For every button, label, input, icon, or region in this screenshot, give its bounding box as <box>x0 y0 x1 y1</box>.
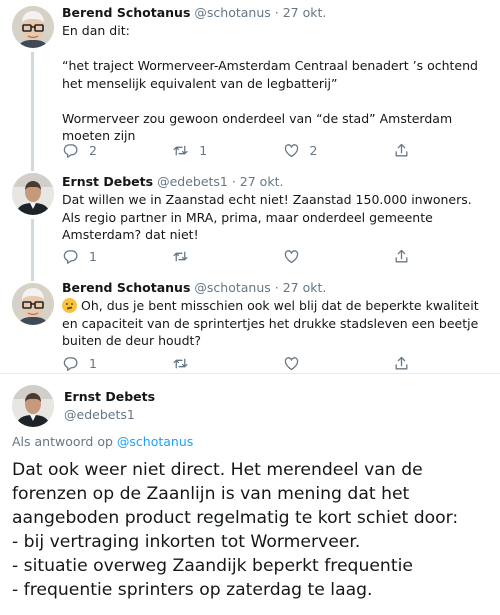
thinking-face-icon <box>62 298 77 313</box>
tweet-line: aangeboden product regelmatig te kort sc… <box>12 508 459 528</box>
share-icon <box>393 355 410 372</box>
retweet-count: 1 <box>199 142 208 158</box>
avatar[interactable] <box>12 173 54 215</box>
tweet-actions: 1 <box>62 246 422 266</box>
author-name[interactable]: Berend Schotanus <box>62 5 190 20</box>
tweet-text: Dat willen we in Zaanstad echt niet! Zaa… <box>62 192 472 242</box>
focused-tweet-text: Dat ook weer niet direct. Het merendeel … <box>12 458 496 602</box>
author-handle[interactable]: @schotanus <box>194 280 270 295</box>
retweet-button[interactable] <box>172 353 282 373</box>
like-button[interactable] <box>283 246 393 266</box>
tweet-text: En dan dit: “het traject Wormerveer-Amst… <box>62 22 480 145</box>
author-handle[interactable]: @schotanus <box>194 5 270 20</box>
reply-count: 1 <box>89 248 97 264</box>
author-name[interactable]: Ernst Debets <box>62 174 153 189</box>
reply-count: 1 <box>89 355 97 371</box>
tweet-header: Ernst Debets @edebets1 · 27 okt. <box>62 173 480 191</box>
heart-icon <box>283 142 300 159</box>
tweet-header: Berend Schotanus @schotanus · 27 okt. <box>62 4 480 22</box>
tweet-text: Oh, dus je bent misschien ook wel blij d… <box>62 298 479 348</box>
avatar[interactable] <box>12 6 54 48</box>
avatar[interactable] <box>12 283 54 325</box>
reply-prefix: Als antwoord op <box>12 434 117 449</box>
separator: · <box>227 174 240 189</box>
retweet-button[interactable] <box>172 246 282 266</box>
author-name[interactable]: Berend Schotanus <box>62 280 190 295</box>
reply-context: Als antwoord op @schotanus <box>12 434 193 449</box>
author-name[interactable]: Ernst Debets <box>64 388 482 406</box>
thread-line <box>31 52 34 163</box>
retweet-icon <box>172 248 189 265</box>
tweet-1[interactable]: Berend Schotanus @schotanus · 27 okt. En… <box>0 0 500 163</box>
heart-icon <box>283 355 300 372</box>
separator: · <box>270 5 283 20</box>
tweet-date[interactable]: 27 okt. <box>240 174 284 189</box>
reply-icon <box>62 142 79 159</box>
like-count: 2 <box>309 142 318 158</box>
tweet-header: Berend Schotanus @schotanus · 27 okt. <box>62 279 480 297</box>
tweet-date[interactable]: 27 okt. <box>283 280 327 295</box>
author-handle[interactable]: @edebets1 <box>64 406 482 424</box>
reply-button[interactable]: 1 <box>62 246 172 266</box>
thread-line <box>31 219 34 273</box>
reply-button[interactable]: 1 <box>62 353 172 373</box>
tweet-paragraph: “het traject Wormerveer-Amsterdam Centra… <box>62 58 478 91</box>
reply-icon <box>62 248 79 265</box>
tweet-line: - situatie overweg Zaandijk beperkt freq… <box>12 556 413 576</box>
reply-count: 2 <box>89 142 97 158</box>
reply-icon <box>62 355 79 372</box>
share-button[interactable] <box>393 140 422 160</box>
tweet-line: Dat ook weer niet direct. Het merendeel … <box>12 460 423 480</box>
thread-line <box>31 273 34 281</box>
tweet-2[interactable]: Ernst Debets @edebets1 · 27 okt. Dat wil… <box>0 163 500 273</box>
tweet-date[interactable]: 27 okt. <box>283 5 327 20</box>
tweet-line: - bij vertraging inkorten tot Wormerveer… <box>12 532 361 552</box>
retweet-icon <box>172 355 189 372</box>
share-icon <box>393 142 410 159</box>
tweet-text-container: Oh, dus je bent misschien ook wel blij d… <box>62 297 480 350</box>
tweet-paragraph: En dan dit: <box>62 23 130 38</box>
tweet-actions: 2 1 2 <box>62 140 422 160</box>
heart-icon <box>283 248 300 265</box>
reply-handle-link[interactable]: @schotanus <box>117 434 193 449</box>
reply-button[interactable]: 2 <box>62 140 172 160</box>
share-button[interactable] <box>393 246 422 266</box>
avatar[interactable] <box>12 385 54 427</box>
tweet-3[interactable]: Berend Schotanus @schotanus · 27 okt. Oh… <box>0 273 500 373</box>
share-icon <box>393 248 410 265</box>
separator: · <box>270 280 283 295</box>
tweet-line: - frequentie sprinters op zaterdag te la… <box>12 580 373 600</box>
tweet-actions: 1 <box>62 353 422 373</box>
like-button[interactable] <box>283 353 393 373</box>
retweet-icon <box>172 142 189 159</box>
share-button[interactable] <box>393 353 422 373</box>
thread-line <box>31 163 34 171</box>
tweet-line: forenzen op de Zaanlijn is van mening da… <box>12 484 410 504</box>
like-button[interactable]: 2 <box>283 140 393 160</box>
author-handle[interactable]: @edebets1 <box>157 174 228 189</box>
retweet-button[interactable]: 1 <box>172 140 282 160</box>
